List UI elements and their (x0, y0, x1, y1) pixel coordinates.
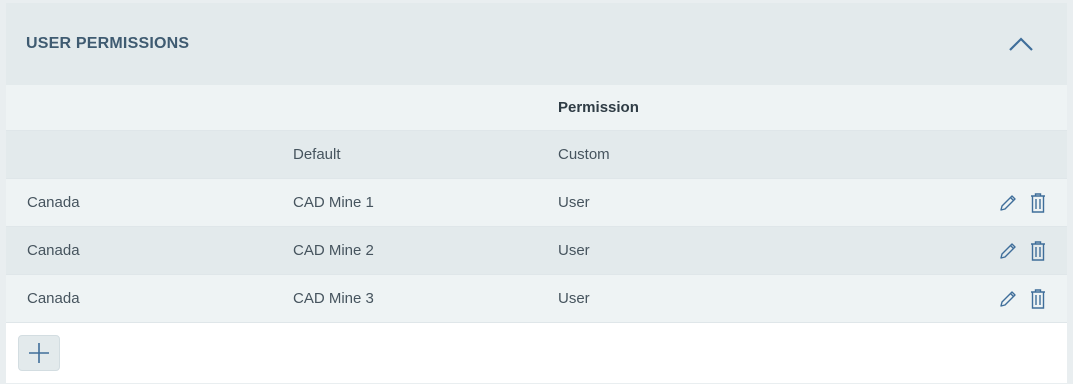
column-header-row: Default Custom (6, 131, 1067, 179)
panel-footer (6, 323, 1067, 383)
region-cell: Canada (27, 242, 80, 259)
collapse-button[interactable] (1005, 28, 1037, 60)
trash-icon (1031, 192, 1045, 213)
region-cell: Canada (27, 194, 80, 211)
column-header-default: Default (293, 146, 341, 163)
permissions-table: Permission Default Custom Canada CAD Min… (6, 85, 1067, 323)
table-row: Canada CAD Mine 1 User (6, 179, 1067, 227)
row-actions (997, 288, 1049, 310)
delete-button[interactable] (1027, 192, 1049, 214)
delete-button[interactable] (1027, 288, 1049, 310)
chevron-up-icon (1009, 37, 1033, 51)
edit-button[interactable] (997, 192, 1019, 214)
custom-cell: User (558, 242, 590, 259)
table-row: Canada CAD Mine 2 User (6, 227, 1067, 275)
default-cell: CAD Mine 1 (293, 194, 374, 211)
default-cell: CAD Mine 2 (293, 242, 374, 259)
edit-button[interactable] (997, 240, 1019, 262)
user-permissions-panel: USER PERMISSIONS Permission Default Cust… (6, 3, 1067, 383)
default-cell: CAD Mine 3 (293, 290, 374, 307)
pencil-icon (1000, 290, 1016, 307)
delete-button[interactable] (1027, 240, 1049, 262)
edit-button[interactable] (997, 288, 1019, 310)
column-header-custom: Custom (558, 146, 610, 163)
permission-group-header-row: Permission (6, 85, 1067, 131)
plus-icon (29, 343, 49, 363)
trash-icon (1031, 288, 1045, 309)
pencil-icon (1000, 194, 1016, 211)
row-actions (997, 192, 1049, 214)
panel-title: USER PERMISSIONS (26, 35, 190, 52)
row-actions (997, 240, 1049, 262)
panel-header: USER PERMISSIONS (6, 3, 1067, 85)
custom-cell: User (558, 194, 590, 211)
pencil-icon (1000, 242, 1016, 259)
table-row: Canada CAD Mine 3 User (6, 275, 1067, 323)
custom-cell: User (558, 290, 590, 307)
region-cell: Canada (27, 290, 80, 307)
trash-icon (1031, 240, 1045, 261)
add-permission-button[interactable] (18, 335, 60, 371)
permission-group-header: Permission (558, 99, 639, 116)
